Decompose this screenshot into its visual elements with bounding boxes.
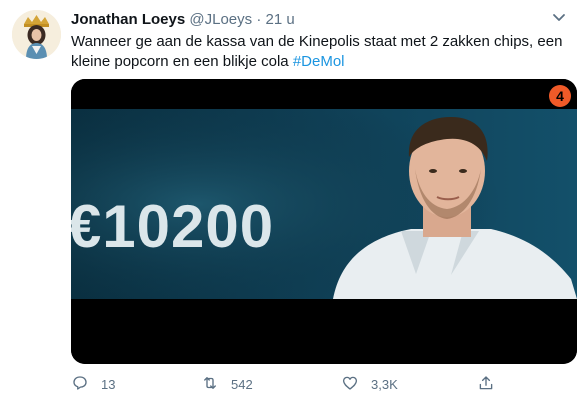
reply-button[interactable]: 13 (71, 372, 115, 396)
tweet-actions: 13 542 3,3K (71, 372, 571, 396)
retweet-button[interactable]: 542 (201, 372, 253, 396)
tweet-header: Jonathan Loeys @JLoeys · 21 u (71, 10, 295, 30)
more-icon[interactable] (548, 6, 570, 28)
timestamp[interactable]: 21 u (265, 11, 294, 28)
tweet-media[interactable]: €10200 4 (71, 79, 577, 364)
retweet-count: 542 (231, 376, 253, 392)
separator: · (256, 11, 262, 28)
hashtag-link[interactable]: #DeMol (293, 53, 345, 70)
channel-logo: 4 (549, 85, 571, 107)
tweet-text: Wanneer ge aan de kassa van de Kinepolis… (71, 32, 571, 72)
avatar[interactable] (12, 10, 61, 59)
reply-count: 13 (101, 376, 116, 392)
amount-display: €10200 (71, 193, 274, 260)
retweet-icon (201, 374, 231, 395)
like-button[interactable]: 3,3K (341, 372, 398, 396)
like-icon (341, 374, 371, 395)
reply-icon (71, 374, 101, 395)
tweet[interactable]: Jonathan Loeys @JLoeys · 21 u Wanneer ge… (0, 0, 584, 402)
display-name[interactable]: Jonathan Loeys (71, 11, 185, 28)
share-button[interactable] (477, 372, 507, 396)
handle[interactable]: @JLoeys (189, 11, 252, 28)
channel-logo-text: 4 (556, 88, 564, 104)
share-icon (477, 374, 507, 395)
like-count: 3,3K (371, 376, 398, 392)
